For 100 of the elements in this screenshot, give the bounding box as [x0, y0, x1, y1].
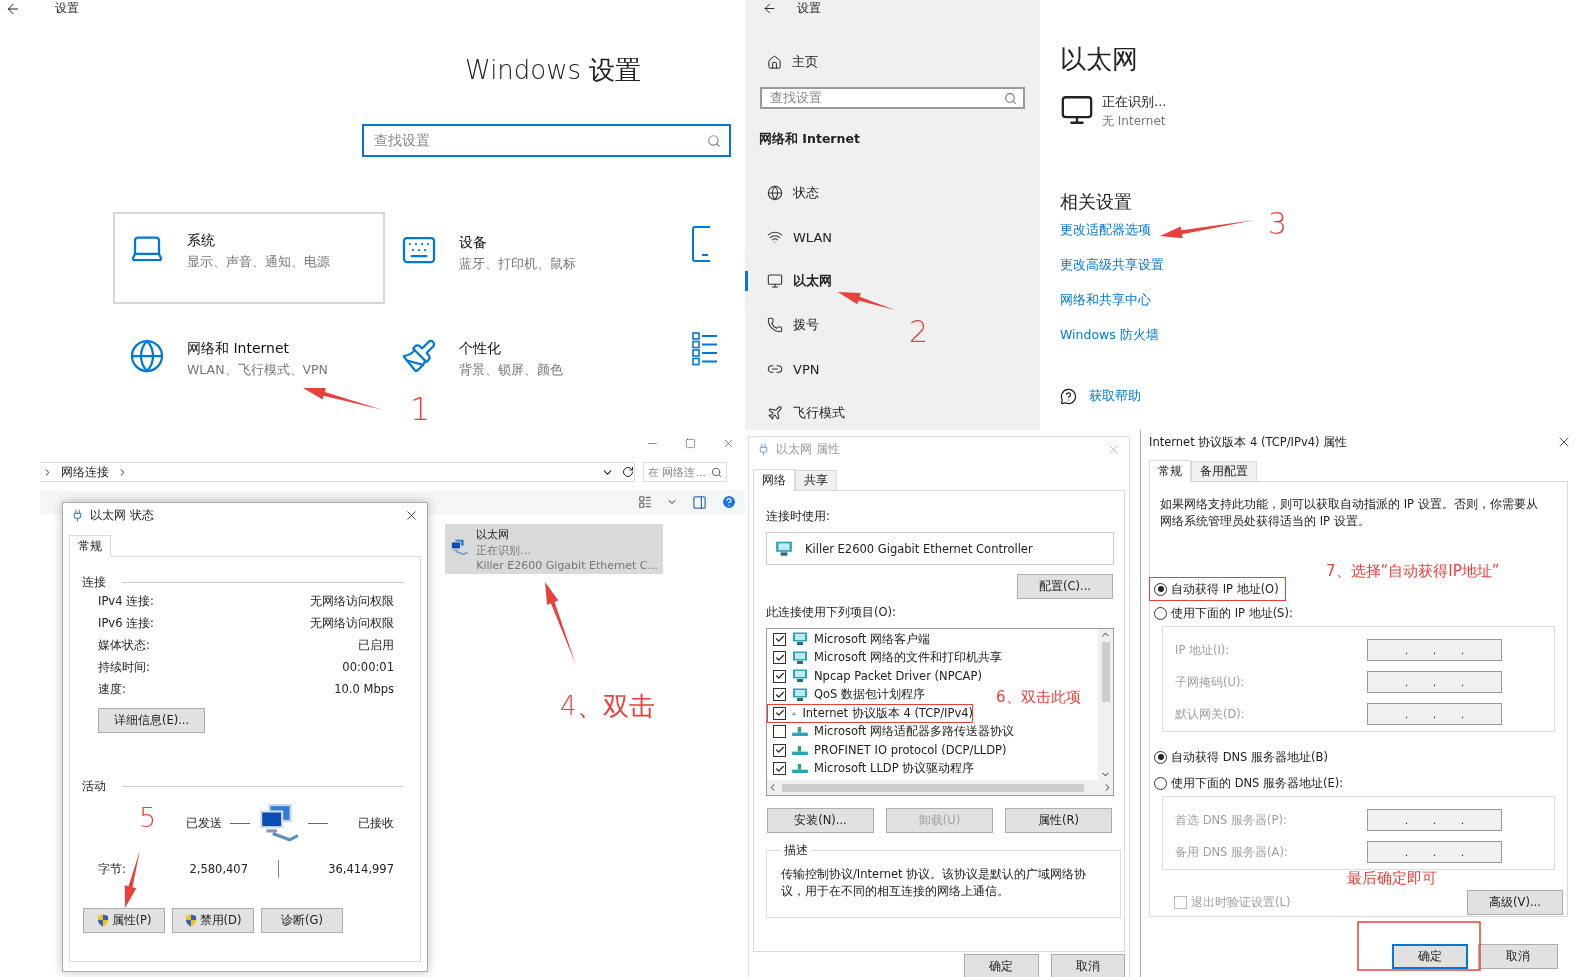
checkbox[interactable]: [773, 632, 786, 646]
dialog-button[interactable]: 禁用(D): [172, 908, 254, 933]
sent-label: 已发送: [186, 815, 222, 831]
tile-subtitle: 蓝牙、打印机、鼠标: [459, 256, 576, 273]
annotation-text: 7、选择“自动获得IP地址”: [1326, 564, 1500, 579]
list-item[interactable]: Microsoft 网络客户端: [767, 630, 930, 649]
status-value: 10.0 Mbps: [334, 682, 394, 696]
tile-title: 设备: [459, 234, 488, 252]
page-title: 以太网: [1060, 43, 1139, 76]
settings-tile[interactable]: 网络和 Internet WLAN、飞行模式、VPN: [113, 318, 344, 381]
checkbox[interactable]: [773, 688, 786, 702]
nav-item[interactable]: WLAN: [745, 215, 840, 259]
scrollbar[interactable]: [767, 780, 1113, 795]
dialog-tab[interactable]: 网络: [753, 469, 795, 491]
nav-item[interactable]: 状态: [745, 171, 827, 215]
dialog-button[interactable]: 安装(N)...: [767, 808, 874, 833]
checkbox[interactable]: [773, 651, 786, 665]
computer-icon: [792, 632, 808, 647]
section-heading: 相关设置: [1060, 190, 1133, 214]
radio-button[interactable]: [1154, 776, 1167, 790]
settings-link[interactable]: 网络和共享中心: [1060, 292, 1151, 309]
dialog-button[interactable]: 取消: [1050, 954, 1125, 977]
address-bar[interactable]: 网络连接: [40, 462, 635, 482]
settings-tile[interactable]: 系统 显示、声音、通知、电源: [113, 212, 385, 304]
checkbox[interactable]: [773, 743, 786, 757]
radio-button[interactable]: [1154, 606, 1167, 620]
list-item[interactable]: QoS 数据包计划程序: [767, 685, 926, 704]
radio-option[interactable]: 使用下面的 DNS 服务器地址(E):: [1150, 772, 1350, 794]
status-label: 速度:: [98, 681, 126, 697]
nav-item[interactable]: 拨号: [745, 303, 827, 347]
radio-button[interactable]: [1154, 582, 1167, 596]
configure-button[interactable]: 配置(C)...: [1017, 574, 1113, 599]
scrollbar[interactable]: [1098, 629, 1113, 780]
wifi-icon: [767, 229, 783, 245]
field-label: 子网掩码(U):: [1175, 674, 1245, 690]
radio-button[interactable]: [1154, 750, 1167, 764]
received-label: 已接收: [358, 815, 394, 831]
refresh-icon[interactable]: [622, 466, 634, 478]
tile-subtitle: 显示、声音、通知、电源: [187, 254, 330, 271]
group-heading: 活动: [82, 779, 106, 794]
search-field[interactable]: 查找设置: [362, 124, 731, 157]
description-text: 传输控制协议/Internet 协议。该协议是默认的广域网络协议，用于在不同的相互连接的网络上通信。: [781, 866, 1088, 900]
radio-option[interactable]: 使用下面的 IP 地址(S):: [1150, 602, 1299, 624]
radio-option[interactable]: 自动获得 DNS 服务器地址(B): [1150, 746, 1334, 768]
dialog-button[interactable]: 属性(P): [83, 908, 165, 933]
pane-icon[interactable]: [692, 494, 707, 510]
network-bar-icon: [792, 745, 808, 755]
radio-option[interactable]: 自动获得 IP 地址(O): [1150, 578, 1285, 600]
checkbox[interactable]: [773, 706, 786, 720]
settings-link[interactable]: 更改高级共享设置: [1060, 257, 1164, 274]
computers-icon: [258, 802, 300, 844]
back-icon[interactable]: [762, 1, 777, 16]
nav-item[interactable]: 飞行模式: [745, 391, 853, 430]
search-field[interactable]: 查找设置: [760, 87, 1025, 109]
shield-icon: [96, 914, 109, 927]
dialog-tab[interactable]: 常规: [69, 535, 111, 557]
help-icon[interactable]: [721, 494, 737, 510]
plug-icon: [71, 508, 84, 522]
adapter-item[interactable]: 以太网 正在识别... Killer E2600 Gigabit Ethernet C...: [445, 524, 663, 574]
home-link[interactable]: 主页: [767, 53, 1040, 71]
window-title: 设置: [55, 0, 79, 17]
nav-item[interactable]: VPN: [745, 347, 828, 391]
settings-tile[interactable]: 个性化 背景、锁屏、颜色: [385, 318, 579, 381]
list-item[interactable]: Microsoft 网络适配器多路传送器协议: [767, 722, 1014, 741]
dialog-button[interactable]: 属性(R): [1005, 808, 1112, 833]
list-item[interactable]: Npcap Packet Driver (NPCAP): [767, 667, 982, 686]
advanced-button[interactable]: 高级(V)...: [1467, 890, 1563, 915]
checkbox[interactable]: [773, 762, 786, 776]
scroll-thumb[interactable]: [782, 783, 1084, 792]
list-item[interactable]: Internet 协议版本 4 (TCP/IPv4): [767, 704, 973, 723]
scroll-thumb[interactable]: [1101, 642, 1110, 702]
section-title: 网络和 Internet: [759, 131, 861, 148]
view-icon[interactable]: [638, 495, 652, 509]
list-item[interactable]: Microsoft LLDP 协议驱动程序: [767, 759, 975, 778]
status-label: IPv4 连接:: [98, 593, 154, 609]
settings-link[interactable]: 更改适配器选项: [1060, 222, 1151, 239]
group-heading: 描述: [783, 843, 809, 858]
monitor-icon: [767, 273, 783, 289]
annotation-text: 最后确定即可: [1347, 871, 1437, 886]
dialog-tab[interactable]: 备用配置: [1191, 461, 1257, 481]
settings-tile[interactable]: 设备 蓝牙、打印机、鼠标: [385, 212, 592, 275]
field-label: 默认网关(D):: [1175, 706, 1245, 722]
plug-icon: [757, 442, 770, 456]
ok-button[interactable]: 确定: [1392, 944, 1468, 969]
help-link[interactable]: 获取帮助: [1089, 388, 1141, 405]
dialog-button[interactable]: 诊断(G): [261, 908, 343, 933]
dialog-button[interactable]: 确定: [964, 954, 1039, 977]
dialog-tab[interactable]: 共享: [795, 470, 837, 490]
bytes-sent: 2,580,407: [188, 862, 248, 876]
list-item[interactable]: Microsoft 网络的文件和打印机共享: [767, 648, 1002, 667]
checkbox[interactable]: [773, 725, 786, 739]
settings-link[interactable]: Windows 防火墙: [1060, 327, 1159, 344]
annotation-text: 1: [410, 393, 431, 425]
search-field[interactable]: 在 网络连...: [643, 462, 727, 482]
checkbox[interactable]: [773, 669, 786, 683]
details-button[interactable]: 详细信息(E)...: [98, 708, 205, 733]
list-item[interactable]: PROFINET IO protocol (DCP/LLDP): [767, 741, 1007, 760]
dialog-tab[interactable]: 常规: [1149, 460, 1191, 482]
cancel-button[interactable]: 取消: [1478, 944, 1558, 969]
nav-item[interactable]: 以太网: [745, 259, 840, 303]
